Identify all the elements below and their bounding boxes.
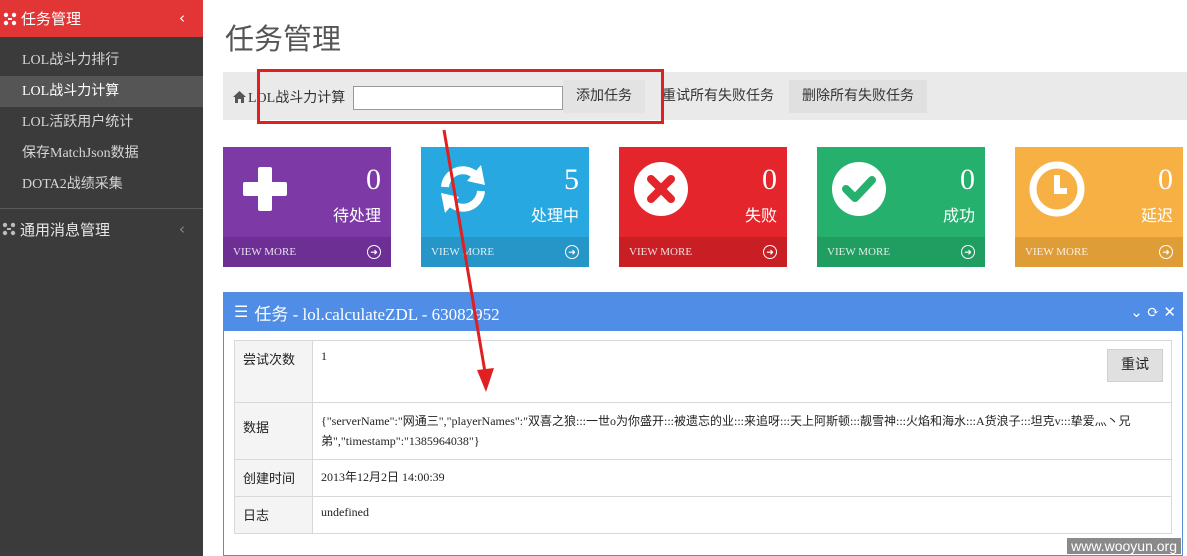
refresh-icon xyxy=(441,165,485,213)
view-more-link[interactable]: VIEW MORE ➜ xyxy=(223,237,391,267)
table-row: 数据 {"serverName":"网通三","playerNames":"双喜… xyxy=(234,402,1172,460)
row-key: 尝试次数 xyxy=(234,340,313,403)
sidebar-item-lol-ranking[interactable]: LOL战斗力排行 xyxy=(0,45,203,76)
sidebar-header-task-management[interactable]: 任务管理 ‹ xyxy=(0,0,203,37)
stat-label: 处理中 xyxy=(530,206,579,225)
task-input[interactable] xyxy=(353,86,563,110)
delete-all-failed-button[interactable]: 删除所有失败任务 xyxy=(789,80,927,113)
row-key: 创建时间 xyxy=(234,459,313,497)
sitemap-icon xyxy=(2,222,16,236)
sitemap-icon xyxy=(3,12,17,25)
view-more-label: VIEW MORE xyxy=(629,246,693,258)
stat-count: 5 xyxy=(564,163,579,196)
watermark: www.wooyun.org xyxy=(1067,538,1181,554)
view-more-label: VIEW MORE xyxy=(431,246,495,258)
view-more-link[interactable]: VIEW MORE ➜ xyxy=(1015,237,1183,267)
chevron-left-icon: ‹ xyxy=(179,220,185,238)
arrow-right-circle-icon: ➜ xyxy=(961,245,975,259)
sidebar-menu: LOL战斗力排行 LOL战斗力计算 LOL活跃用户统计 保存MatchJson数… xyxy=(0,45,203,200)
sidebar-group-messages[interactable]: 通用消息管理 ‹ xyxy=(0,209,203,249)
task-detail-table: 尝试次数 重试 1 数据 {"serverName":"网通三","player… xyxy=(234,340,1172,534)
sidebar-group-label: 通用消息管理 xyxy=(20,220,111,239)
collapse-icon[interactable]: ⌄ xyxy=(1130,303,1143,322)
task-panel-header: ☰ 任务 - lol.calculateZDL - 63082952 ⌄ ⟳ ✕ xyxy=(224,293,1182,331)
close-icon[interactable]: ✕ xyxy=(1163,303,1176,322)
retry-button[interactable]: 重试 xyxy=(1107,349,1163,382)
stat-count: 0 xyxy=(366,163,381,196)
sidebar-item-dota2[interactable]: DOTA2战绩采集 xyxy=(0,169,203,200)
page-title: 任务管理 xyxy=(225,22,342,56)
created-time-value: 2013年12月2日 14:00:39 xyxy=(312,459,1172,497)
view-more-label: VIEW MORE xyxy=(1025,246,1089,258)
log-value: undefined xyxy=(312,496,1172,534)
chevron-left-icon: ‹ xyxy=(179,9,185,27)
toolbar-label: LOL战斗力计算 xyxy=(233,87,345,107)
stat-success: 0 成功 VIEW MORE ➜ xyxy=(817,147,985,267)
arrow-right-circle-icon: ➜ xyxy=(763,245,777,259)
task-toolbar: LOL战斗力计算 添加任务 重试所有失败任务 删除所有失败任务 xyxy=(223,72,1187,120)
list-icon: ☰ xyxy=(234,304,249,321)
stat-count: 0 xyxy=(1158,163,1173,196)
view-more-link[interactable]: VIEW MORE ➜ xyxy=(619,237,787,267)
check-circle-icon xyxy=(832,162,886,216)
sidebar-item-lol-active-users[interactable]: LOL活跃用户统计 xyxy=(0,107,203,138)
row-value: 重试 1 xyxy=(312,340,1172,403)
view-more-label: VIEW MORE xyxy=(827,246,891,258)
row-key: 数据 xyxy=(234,402,313,460)
stat-delayed: 0 延迟 VIEW MORE ➜ xyxy=(1015,147,1183,267)
stat-label: 待处理 xyxy=(332,206,381,225)
task-panel: ☰ 任务 - lol.calculateZDL - 63082952 ⌄ ⟳ ✕… xyxy=(223,292,1183,556)
sidebar: 任务管理 ‹ LOL战斗力排行 LOL战斗力计算 LOL活跃用户统计 保存Mat… xyxy=(0,0,203,556)
stat-label: 延迟 xyxy=(1140,206,1173,225)
stat-count: 0 xyxy=(762,163,777,196)
view-more-link[interactable]: VIEW MORE ➜ xyxy=(817,237,985,267)
row-key: 日志 xyxy=(234,496,313,534)
data-value: {"serverName":"网通三","playerNames":"双喜之狼:… xyxy=(312,402,1172,460)
panel-tools: ⌄ ⟳ ✕ xyxy=(1130,303,1176,322)
table-row: 创建时间 2013年12月2日 14:00:39 xyxy=(234,459,1172,497)
arrow-right-circle-icon: ➜ xyxy=(565,245,579,259)
stat-count: 0 xyxy=(960,163,975,196)
stat-pending: 0 待处理 VIEW MORE ➜ xyxy=(223,147,391,267)
stat-processing: 5 处理中 VIEW MORE ➜ xyxy=(421,147,589,267)
table-row: 尝试次数 重试 1 xyxy=(234,340,1172,403)
clock-icon xyxy=(1029,161,1085,217)
arrow-right-circle-icon: ➜ xyxy=(367,245,381,259)
add-task-button[interactable]: 添加任务 xyxy=(563,80,645,113)
home-icon xyxy=(233,91,246,103)
stat-failed: 0 失败 VIEW MORE ➜ xyxy=(619,147,787,267)
plus-icon xyxy=(243,167,287,211)
task-panel-title: 任务 - lol.calculateZDL - 63082952 xyxy=(254,304,500,324)
sidebar-item-lol-calculate[interactable]: LOL战斗力计算 xyxy=(0,76,203,107)
arrow-right-circle-icon: ➜ xyxy=(1159,245,1173,259)
sidebar-header-label: 任务管理 xyxy=(21,10,82,28)
toolbar-label-text: LOL战斗力计算 xyxy=(248,91,346,106)
sidebar-item-save-matchjson[interactable]: 保存MatchJson数据 xyxy=(0,138,203,169)
attempts-value: 1 xyxy=(321,349,327,363)
table-row: 日志 undefined xyxy=(234,496,1172,534)
x-circle-icon xyxy=(634,162,688,216)
stat-label: 失败 xyxy=(744,206,777,225)
retry-all-failed-button[interactable]: 重试所有失败任务 xyxy=(651,80,785,113)
view-more-label: VIEW MORE xyxy=(233,246,297,258)
refresh-icon[interactable]: ⟳ xyxy=(1147,303,1160,322)
stat-label: 成功 xyxy=(942,206,975,225)
view-more-link[interactable]: VIEW MORE ➜ xyxy=(421,237,589,267)
